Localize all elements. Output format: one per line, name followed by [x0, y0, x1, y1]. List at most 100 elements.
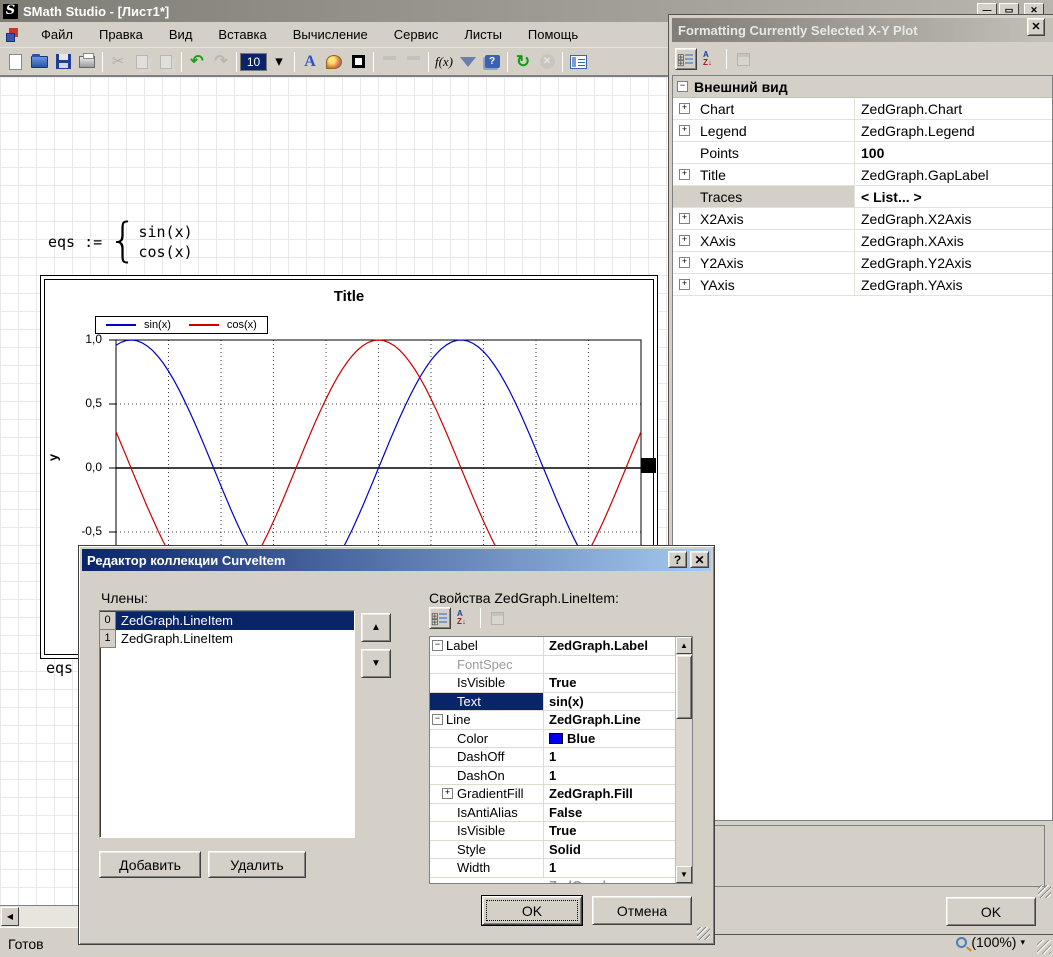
grid-property-value[interactable]: ZedGraph.Line: [544, 712, 675, 727]
expand-icon[interactable]: −: [432, 640, 443, 651]
equation-partial[interactable]: eqs: [46, 659, 73, 677]
function-button[interactable]: f(x): [432, 50, 456, 74]
property-row-YAxis[interactable]: +YAxisZedGraph.YAxis: [673, 274, 1052, 296]
font-size-input[interactable]: 10: [240, 53, 267, 71]
menu-item-Вычисление[interactable]: Вычисление: [280, 23, 381, 46]
grid-row-Line[interactable]: −LineZedGraph.Line: [430, 711, 675, 730]
expand-icon[interactable]: +: [679, 257, 690, 268]
menu-item-Сервис[interactable]: Сервис: [381, 23, 452, 46]
expand-icon[interactable]: −: [432, 714, 443, 725]
member-item-0[interactable]: 0ZedGraph.LineItem: [100, 612, 354, 630]
grid-row-DashOff[interactable]: DashOff1: [430, 748, 675, 767]
property-value[interactable]: ZedGraph.X2Axis: [855, 211, 1052, 227]
member-item-1[interactable]: 1ZedGraph.LineItem: [100, 630, 354, 648]
grid-property-value[interactable]: 1: [544, 768, 675, 783]
grid-property-name[interactable]: Width: [430, 859, 544, 877]
property-value[interactable]: ZedGraph.GapLabel: [855, 167, 1052, 183]
grid-row-Text[interactable]: Textsin(x): [430, 693, 675, 712]
property-value[interactable]: ZedGraph.Legend: [855, 123, 1052, 139]
dropdown-caret-button[interactable]: ▾: [267, 50, 291, 74]
property-value[interactable]: ZedGraph.Chart: [855, 101, 1052, 117]
members-listbox[interactable]: 0ZedGraph.LineItem1ZedGraph.LineItem: [99, 610, 355, 838]
scrollbar-thumb[interactable]: [676, 655, 692, 719]
move-up-button[interactable]: ▲: [361, 613, 391, 642]
category-row[interactable]: − Внешний вид: [673, 76, 1052, 98]
categorized-view-button[interactable]: [429, 607, 451, 629]
dialog-close-icon[interactable]: ✕: [690, 551, 709, 568]
grid-property-name[interactable]: IsVisible: [430, 674, 544, 692]
show-panels-button[interactable]: [566, 50, 590, 74]
property-name[interactable]: Points: [673, 142, 855, 163]
menu-item-Вид[interactable]: Вид: [156, 23, 206, 46]
property-row-X2Axis[interactable]: +X2AxisZedGraph.X2Axis: [673, 208, 1052, 230]
property-pages-button[interactable]: [486, 607, 508, 629]
cut-button[interactable]: ✂: [106, 50, 130, 74]
grid-row-Label[interactable]: −LabelZedGraph.Label: [430, 637, 675, 656]
copy-button[interactable]: [130, 50, 154, 74]
formatting-panel-titlebar[interactable]: Formatting Currently Selected X-Y Plot: [672, 18, 1053, 42]
selection-resize-handle[interactable]: [641, 458, 656, 473]
categorized-view-button[interactable]: [675, 48, 697, 70]
grid-property-value[interactable]: 1: [544, 749, 675, 764]
align-vertical-button[interactable]: [401, 50, 425, 74]
stop-button[interactable]: ✕: [535, 50, 559, 74]
alphabetical-sort-button[interactable]: [453, 607, 475, 629]
property-name[interactable]: +Chart: [673, 98, 855, 119]
property-row-Y2Axis[interactable]: +Y2AxisZedGraph.Y2Axis: [673, 252, 1052, 274]
menu-item-Файл[interactable]: Файл: [28, 23, 86, 46]
formatting-panel-close-icon[interactable]: ✕: [1027, 18, 1045, 36]
expand-icon[interactable]: +: [679, 235, 690, 246]
zoom-dropdown-caret-icon[interactable]: ▾: [1020, 937, 1025, 948]
grid-row-GradientFill[interactable]: +GradientFillZedGraph.Fill: [430, 785, 675, 804]
ok-button[interactable]: OK: [482, 896, 582, 925]
move-down-button[interactable]: ▼: [361, 649, 391, 678]
member-label[interactable]: ZedGraph.LineItem: [116, 630, 354, 648]
grid-row-DashOn[interactable]: DashOn1: [430, 767, 675, 786]
border-button[interactable]: [346, 50, 370, 74]
expand-icon[interactable]: +: [679, 103, 690, 114]
property-row-Traces[interactable]: Traces< List... >: [673, 186, 1052, 208]
menu-item-Листы[interactable]: Листы: [451, 23, 515, 46]
grid-row-Style[interactable]: StyleSolid: [430, 841, 675, 860]
window-resize-grip[interactable]: [1037, 940, 1051, 954]
property-row-Points[interactable]: Points100: [673, 142, 1052, 164]
zoom-indicator[interactable]: (100%) ▾: [956, 934, 1025, 950]
expand-icon[interactable]: +: [679, 169, 690, 180]
grid-property-value[interactable]: True: [544, 675, 675, 690]
remove-button[interactable]: Удалить: [208, 851, 306, 878]
add-button[interactable]: Добавить: [99, 851, 201, 878]
save-file-button[interactable]: [51, 50, 75, 74]
grid-property-value[interactable]: ZedGraph.Label: [544, 638, 675, 653]
dialog-titlebar[interactable]: Редактор коллекции CurveItem: [82, 549, 711, 571]
grid-property-name[interactable]: DashOn: [430, 767, 544, 785]
grid-property-value[interactable]: Blue: [544, 731, 675, 746]
expand-icon[interactable]: +: [442, 788, 453, 799]
grid-property-value[interactable]: Solid: [544, 842, 675, 857]
property-value[interactable]: 100: [855, 145, 1052, 161]
property-value[interactable]: ZedGraph.Y2Axis: [855, 255, 1052, 271]
property-name[interactable]: Traces: [673, 186, 855, 207]
reference-book-button[interactable]: ?: [480, 50, 504, 74]
menu-item-Помощь[interactable]: Помощь: [515, 23, 591, 46]
grid-property-name[interactable]: IsAntiAlias: [430, 804, 544, 822]
expand-icon[interactable]: +: [679, 279, 690, 290]
grid-property-name[interactable]: Color: [430, 730, 544, 748]
menu-item-Правка[interactable]: Правка: [86, 23, 156, 46]
property-value[interactable]: ZedGraph.YAxis: [855, 277, 1052, 293]
new-document-button[interactable]: [3, 50, 27, 74]
grid-row-FontSpec[interactable]: FontSpec: [430, 656, 675, 675]
dialog-help-icon[interactable]: ?: [668, 551, 687, 568]
grid-row-IsAntiAlias[interactable]: IsAntiAliasFalse: [430, 804, 675, 823]
palette-button[interactable]: [322, 50, 346, 74]
property-name[interactable]: +XAxis: [673, 230, 855, 251]
open-file-button[interactable]: [27, 50, 51, 74]
filter-button[interactable]: [456, 50, 480, 74]
property-row-Legend[interactable]: +LegendZedGraph.Legend: [673, 120, 1052, 142]
grid-property-name[interactable]: FontSpec: [430, 656, 544, 674]
property-pages-button[interactable]: [732, 48, 754, 70]
grid-vertical-scrollbar[interactable]: ▲ ▼: [675, 637, 692, 883]
scroll-up-arrow-icon[interactable]: ▲: [676, 637, 692, 654]
grid-property-name[interactable]: +GradientFill: [430, 785, 544, 803]
print-button[interactable]: [75, 50, 99, 74]
property-name[interactable]: +Legend: [673, 120, 855, 141]
